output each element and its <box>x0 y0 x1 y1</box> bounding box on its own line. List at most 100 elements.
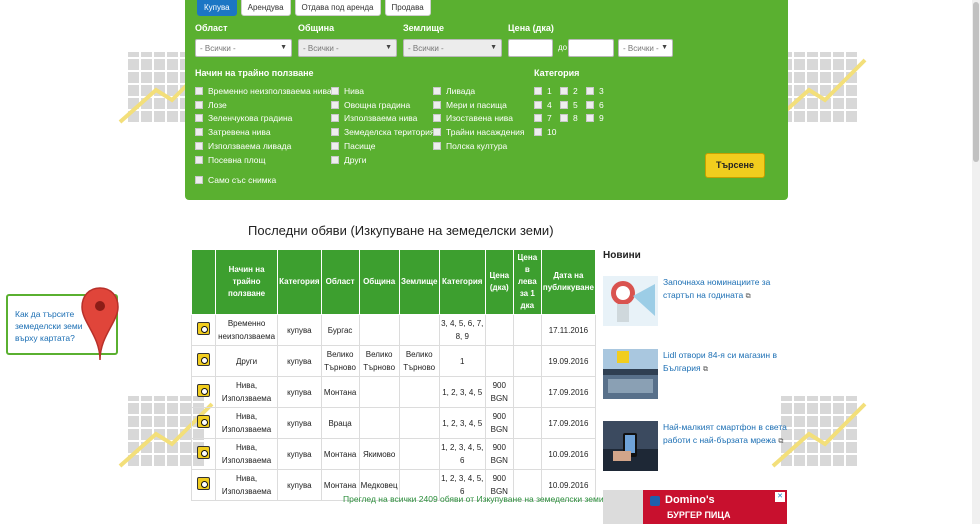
region-select[interactable]: - Всички - ▼ <box>195 39 292 57</box>
checkbox-box[interactable] <box>586 114 594 123</box>
checkbox-box[interactable] <box>534 100 542 109</box>
table-row[interactable]: Други купува Велико Търново Велико Търново В… <box>190 345 597 377</box>
price-to-input[interactable] <box>568 39 614 57</box>
checkbox-box[interactable] <box>331 128 339 137</box>
checkbox-box[interactable] <box>433 141 441 150</box>
advertisement-banner[interactable]: Domino's БУРГЕР ПИЦА ✕ <box>603 490 787 524</box>
checkbox-box[interactable] <box>560 114 568 123</box>
checkbox-box[interactable] <box>195 155 203 164</box>
checkbox-box[interactable] <box>331 141 339 150</box>
checkbox-box[interactable] <box>560 87 568 95</box>
chevron-down-icon: ▼ <box>661 44 668 51</box>
checkbox-box[interactable] <box>195 128 203 137</box>
table-row[interactable]: Нива, Използваема купува Монтана 1, 2, 3, 4… <box>190 376 597 408</box>
checkbox-box[interactable] <box>586 100 594 109</box>
news-thumbnail-smartphone[interactable] <box>603 421 658 471</box>
category-checkbox[interactable]: 1 <box>534 86 552 96</box>
usage-checkbox[interactable]: Земеделска територия <box>331 127 434 137</box>
camera-icon[interactable] <box>197 476 211 490</box>
camera-icon[interactable] <box>197 352 211 366</box>
tab-lease-out[interactable]: Отдава под аренда <box>294 0 381 16</box>
usage-checkbox[interactable]: Посевна площ <box>195 155 266 165</box>
usage-checkbox[interactable]: Пасище <box>331 141 375 151</box>
scrollbar-thumb[interactable] <box>973 2 979 162</box>
news-item[interactable]: Най-малкият смартфон в света работи с на… <box>603 421 793 471</box>
category-checkbox[interactable]: 3 <box>586 86 604 96</box>
checkbox-box[interactable] <box>195 141 203 150</box>
news-link[interactable]: Започнаха номинациите за стартъп на годи… <box>663 276 788 303</box>
usage-checkbox[interactable]: Ливада <box>433 86 475 96</box>
checkbox-box[interactable] <box>331 87 339 95</box>
checkbox-box[interactable] <box>331 155 339 164</box>
table-row[interactable]: Нива, Използваема купува Враца 1, 2, 3, 4, … <box>190 407 597 439</box>
category-checkbox[interactable]: 10 <box>534 127 556 137</box>
usage-checkbox[interactable]: Лозе <box>195 100 227 110</box>
ad-close-icon[interactable]: ✕ <box>775 492 785 502</box>
category-checkbox[interactable]: 2 <box>560 86 578 96</box>
checkbox-box[interactable] <box>195 176 203 184</box>
usage-checkbox[interactable]: Зеленчукова градина <box>195 113 292 123</box>
land-select[interactable]: - Всички - ▼ <box>403 39 502 57</box>
usage-checkbox-label: Земеделска територия <box>344 127 435 138</box>
checkbox-box[interactable] <box>534 114 542 123</box>
currency-select[interactable]: - Всички - ▼ <box>618 39 673 57</box>
category-checkbox[interactable]: 4 <box>534 100 552 110</box>
checkbox-box[interactable] <box>433 100 441 109</box>
news-link-text[interactable]: Започнаха номинациите за стартъп на годи… <box>663 277 770 300</box>
news-link[interactable]: Най-малкият смартфон в света работи с на… <box>663 421 788 448</box>
camera-icon[interactable] <box>197 414 211 428</box>
news-item[interactable]: Lidl отвори 84-я си магазин в България ⧉ <box>603 349 793 399</box>
tab-sell[interactable]: Продава <box>384 0 431 16</box>
usage-checkbox[interactable]: Други <box>331 155 367 165</box>
news-item[interactable]: Започнаха номинациите за стартъп на годи… <box>603 276 793 326</box>
usage-checkbox[interactable]: Изоставена нива <box>433 113 513 123</box>
news-link-text[interactable]: Lidl отвори 84-я си магазин в България <box>663 350 777 373</box>
map-hint-link[interactable]: Как да търсите земеделски земи върху кар… <box>15 308 85 344</box>
usage-checkbox[interactable]: Полска култура <box>433 141 507 151</box>
usage-checkbox[interactable]: Затревена нива <box>195 127 271 137</box>
checkbox-box[interactable] <box>586 87 594 95</box>
usage-checkbox[interactable]: Временно неизползваема нива <box>195 86 332 96</box>
municipality-select[interactable]: - Всички - ▼ <box>298 39 397 57</box>
checkbox-box[interactable] <box>433 114 441 123</box>
checkbox-box[interactable] <box>331 100 339 109</box>
news-thumbnail-lidl[interactable] <box>603 349 658 399</box>
category-checkbox[interactable]: 6 <box>586 100 604 110</box>
category-checkbox[interactable]: 9 <box>586 113 604 123</box>
search-button[interactable]: Търсене <box>705 153 765 178</box>
usage-checkbox[interactable]: Трайни насаждения <box>433 127 525 137</box>
category-checkbox[interactable]: 8 <box>560 113 578 123</box>
price-from-input[interactable] <box>508 39 553 57</box>
checkbox-box[interactable] <box>534 128 542 137</box>
checkbox-box[interactable] <box>534 87 542 95</box>
page-scrollbar[interactable] <box>972 0 980 524</box>
checkbox-box[interactable] <box>433 128 441 137</box>
tab-buy[interactable]: Купува <box>197 0 237 16</box>
checkbox-box[interactable] <box>195 114 203 123</box>
checkbox-box[interactable] <box>195 87 203 95</box>
category-checkbox[interactable]: 5 <box>560 100 578 110</box>
table-row[interactable]: Нива, Използваема купува Монтана Якимово 1, … <box>190 438 597 470</box>
tab-rent[interactable]: Арендува <box>240 0 291 16</box>
table-row[interactable]: Временно неизползваема купува Бургас 3, 4, … <box>190 314 597 346</box>
camera-icon[interactable] <box>197 383 211 397</box>
view-all-link[interactable]: Преглед на всички 2409 обяви от Изкупува… <box>343 494 604 504</box>
usage-checkbox[interactable]: Използваема нива <box>331 113 417 123</box>
usage-checkbox[interactable]: Мери и пасища <box>433 100 507 110</box>
usage-checkbox[interactable]: Нива <box>331 86 364 96</box>
camera-icon[interactable] <box>197 321 211 335</box>
camera-icon[interactable] <box>197 445 211 459</box>
table-cell-price: 900 BGN <box>484 438 514 470</box>
photo-only-checkbox[interactable]: Само със снимка <box>195 175 276 185</box>
checkbox-box[interactable] <box>433 87 441 95</box>
checkbox-box[interactable] <box>560 100 568 109</box>
usage-checkbox[interactable]: Овощна градина <box>331 100 410 110</box>
checkbox-box[interactable] <box>331 114 339 123</box>
category-checkbox[interactable]: 7 <box>534 113 552 123</box>
news-link-text[interactable]: Най-малкият смартфон в света работи с на… <box>663 422 787 445</box>
column-header: Категория <box>438 249 486 315</box>
news-link[interactable]: Lidl отвори 84-я си магазин в България ⧉ <box>663 349 788 376</box>
checkbox-box[interactable] <box>195 100 203 109</box>
news-thumbnail-startup[interactable] <box>603 276 658 326</box>
usage-checkbox[interactable]: Използваема ливада <box>195 141 291 151</box>
